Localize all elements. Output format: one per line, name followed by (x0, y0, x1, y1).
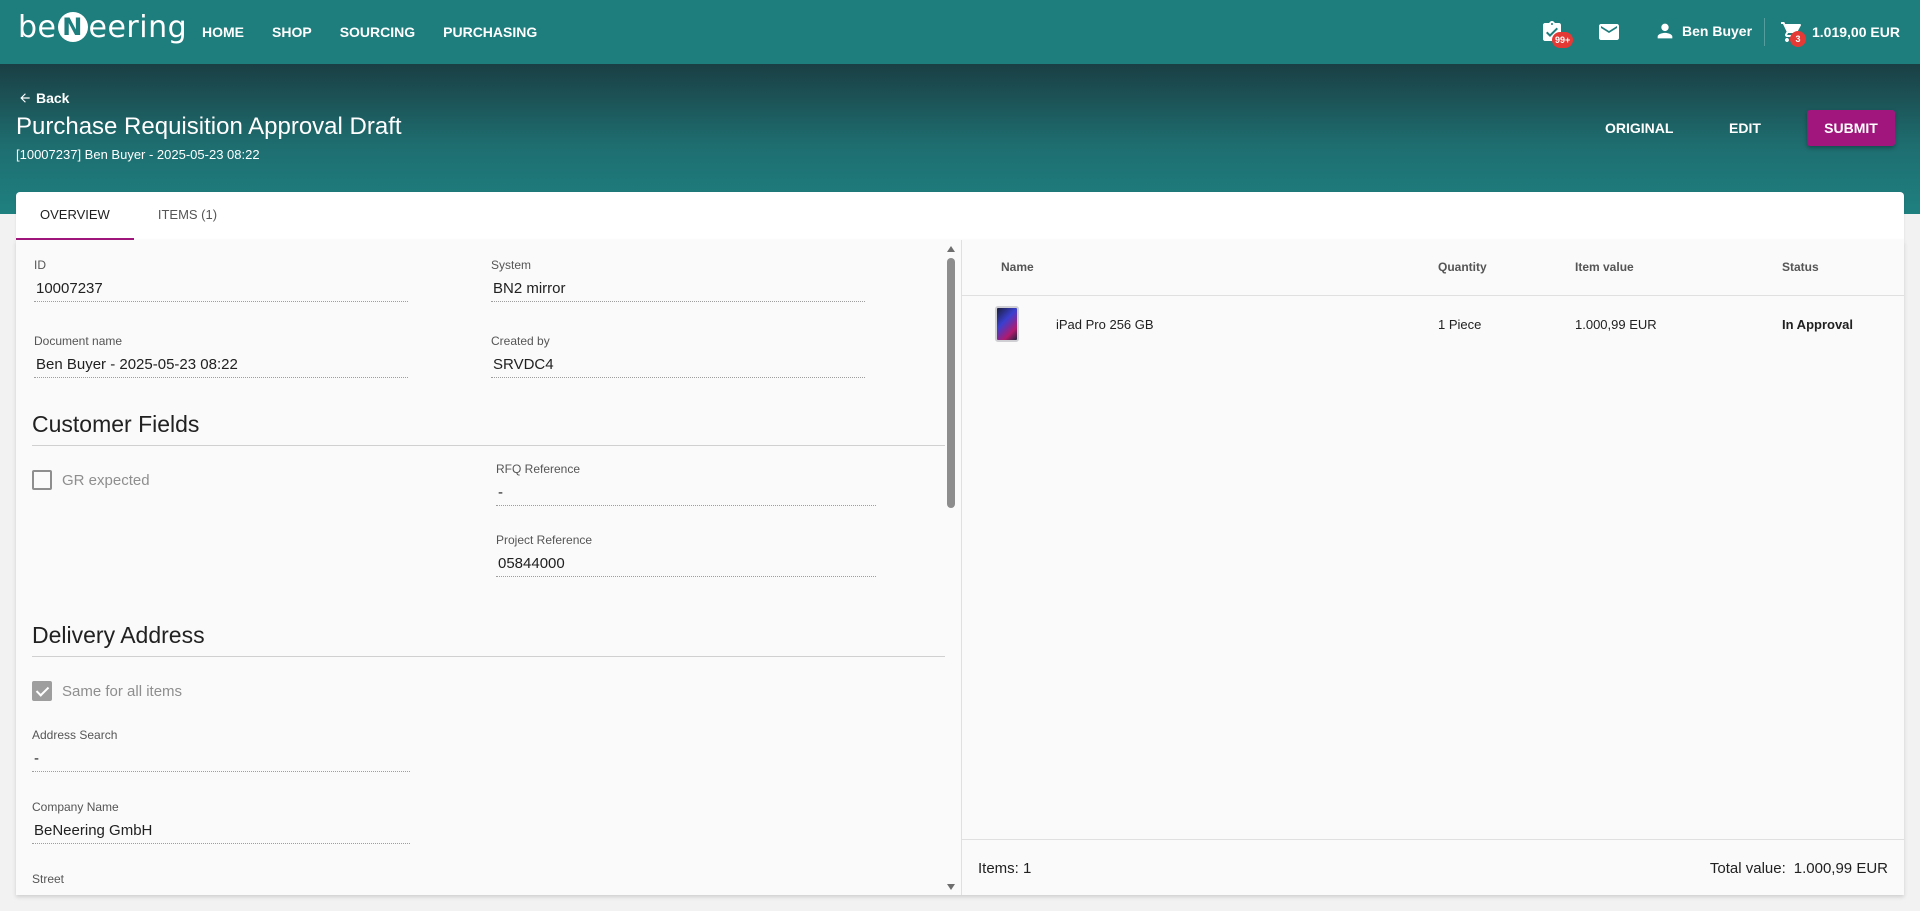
column-quantity[interactable]: Quantity (1438, 260, 1487, 274)
approvals-badge: 99+ (1552, 32, 1574, 48)
mail-icon (1599, 24, 1619, 40)
item-status: In Approval (1782, 317, 1854, 332)
top-navigation-bar: be Neering HOME SHOP SOURCING PURCHASING … (0, 0, 1920, 64)
customer-fields-divider (32, 445, 945, 446)
checkbox-checked-icon (32, 681, 52, 701)
street-field: Street (32, 872, 64, 886)
id-value: 10007237 (34, 272, 408, 302)
delivery-address-divider (32, 656, 945, 657)
id-label: ID (34, 258, 46, 272)
item-name: iPad Pro 256 GB (1056, 317, 1154, 332)
items-count: Items: 1 (978, 860, 1032, 877)
scrollbar-thumb[interactable] (947, 258, 955, 508)
tab-bar: OVERVIEW ITEMS (1) (16, 192, 1904, 240)
project-reference-value: 05844000 (496, 547, 876, 577)
total-value: Total value: 1.000,99 EUR (1710, 860, 1888, 877)
cart-total: 1.019,00 EUR (1812, 24, 1900, 40)
product-thumbnail (995, 306, 1019, 342)
gr-expected-checkbox[interactable]: GR expected (32, 470, 150, 490)
table-row[interactable]: iPad Pro 256 GB 1 Piece 1.000,99 EUR In … (962, 297, 1904, 353)
column-item-value[interactable]: Item value (1575, 260, 1634, 274)
delivery-address-heading: Delivery Address (32, 622, 205, 648)
user-menu[interactable]: Ben Buyer (1654, 20, 1752, 42)
created-by-value: SRVDC4 (491, 348, 865, 378)
system-field: System BN2 mirror (491, 258, 865, 302)
system-label: System (491, 258, 532, 272)
cart-button[interactable]: 3 1.019,00 EUR (1780, 20, 1900, 47)
address-search-label: Address Search (32, 728, 118, 742)
created-by-field: Created by SRVDC4 (491, 334, 865, 378)
total-value-label: Total value: (1709, 860, 1786, 877)
nav-home[interactable]: HOME (188, 24, 258, 40)
scroll-up-arrow-icon[interactable] (947, 246, 955, 252)
submit-button[interactable]: SUBMIT (1807, 110, 1895, 146)
item-value: 1.000,99 EUR (1575, 317, 1657, 332)
document-name-value: Ben Buyer - 2025-05-23 08:22 (34, 348, 408, 378)
main-nav: HOME SHOP SOURCING PURCHASING (188, 0, 551, 64)
topbar-divider (1764, 18, 1765, 46)
total-value-amount: 1.000,99 EUR (1793, 860, 1888, 877)
items-panel: Name Quantity Item value Status iPad Pro… (961, 240, 1904, 895)
approvals-button[interactable]: 99+ (1540, 20, 1574, 48)
original-button[interactable]: ORIGINAL (1605, 110, 1673, 146)
rfq-reference-value: - (496, 476, 876, 506)
cart-icon-wrap: 3 (1780, 20, 1806, 47)
page-title: Purchase Requisition Approval Draft (16, 113, 402, 140)
gr-expected-label: GR expected (62, 471, 150, 489)
messages-button[interactable] (1597, 20, 1621, 44)
project-reference-label: Project Reference (496, 533, 593, 547)
user-name: Ben Buyer (1682, 23, 1753, 39)
id-field: ID 10007237 (34, 258, 408, 302)
nav-sourcing[interactable]: SOURCING (326, 24, 429, 40)
cart-badge: 3 (1790, 31, 1806, 47)
arrow-left-icon (20, 93, 30, 103)
content-card: ID 10007237 System BN2 mirror Document n… (16, 240, 1904, 895)
back-link[interactable]: Back (18, 90, 69, 106)
edit-button[interactable]: EDIT (1729, 110, 1761, 146)
created-by-label: Created by (491, 334, 550, 348)
system-value: BN2 mirror (491, 272, 865, 302)
item-quantity: 1 Piece (1438, 317, 1482, 332)
address-search-value: - (32, 742, 410, 772)
column-name[interactable]: Name (1001, 260, 1034, 274)
page-subtitle: [10007237] Ben Buyer - 2025-05-23 08:22 (16, 147, 260, 162)
document-name-label: Document name (34, 334, 123, 348)
nav-purchasing[interactable]: PURCHASING (429, 24, 551, 40)
person-icon (1657, 23, 1673, 39)
tab-items[interactable]: ITEMS (1) (134, 192, 241, 240)
checkbox-empty-icon (32, 470, 52, 490)
scroll-down-arrow-icon[interactable] (947, 884, 955, 890)
back-label: Back (36, 90, 70, 106)
overview-scrollbar[interactable] (946, 244, 956, 892)
items-table-footer: Items: 1 Total value: 1.000,99 EUR (962, 839, 1904, 895)
company-name-value: BeNeering GmbH (32, 814, 410, 844)
project-reference-field: Project Reference 05844000 (496, 533, 876, 577)
customer-fields-heading: Customer Fields (32, 411, 200, 437)
same-for-all-items-label: Same for all items (62, 682, 183, 700)
company-name-label: Company Name (32, 800, 119, 814)
company-name-field: Company Name BeNeering GmbH (32, 800, 410, 844)
items-table-header: Name Quantity Item value Status (962, 240, 1904, 296)
rfq-reference-label: RFQ Reference (496, 462, 581, 476)
column-status[interactable]: Status (1782, 260, 1819, 274)
same-for-all-items-checkbox[interactable]: Same for all items (32, 681, 182, 701)
tab-overview[interactable]: OVERVIEW (16, 192, 134, 240)
street-label: Street (32, 872, 65, 886)
overview-panel: ID 10007237 System BN2 mirror Document n… (16, 240, 960, 895)
address-search-field[interactable]: Address Search - (32, 728, 410, 772)
nav-shop[interactable]: SHOP (258, 24, 326, 40)
document-name-field: Document name Ben Buyer - 2025-05-23 08:… (34, 334, 408, 378)
beneering-logo[interactable]: be Neering (18, 10, 187, 45)
rfq-reference-field: RFQ Reference - (496, 462, 876, 506)
